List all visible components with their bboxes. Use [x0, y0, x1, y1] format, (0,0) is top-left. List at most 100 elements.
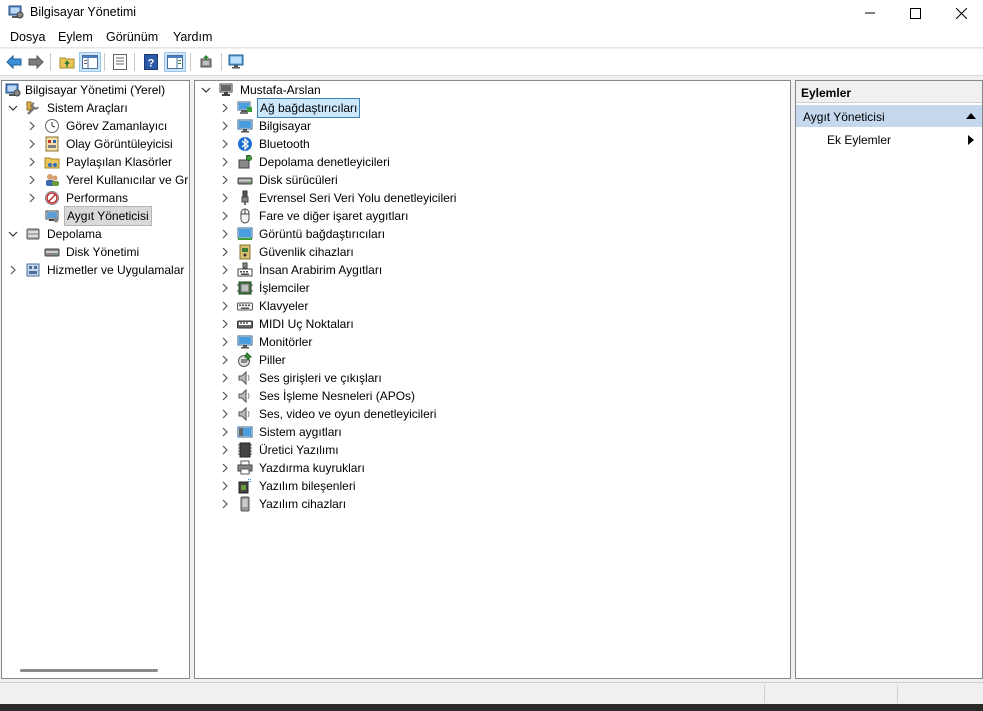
device-category-row[interactable]: Bluetooth — [219, 135, 312, 153]
device-category-row[interactable]: Ağ bağdaştırıcıları — [219, 98, 361, 118]
horizontal-scrollbar[interactable] — [20, 669, 158, 672]
actions-section-device-manager[interactable]: Aygıt Yöneticisi — [796, 105, 982, 127]
chevron-right-icon[interactable] — [26, 153, 38, 171]
device-category-row[interactable]: İşlemciler — [219, 279, 312, 297]
chevron-right-icon[interactable] — [219, 477, 231, 495]
menu-file[interactable]: Dosya — [10, 30, 45, 44]
chevron-right-icon[interactable] — [26, 171, 38, 189]
device-category-row[interactable]: Üretici Yazılımı — [219, 441, 341, 459]
submenu-arrow-icon[interactable] — [968, 135, 974, 145]
chevron-right-icon[interactable] — [219, 243, 231, 261]
device-category-row[interactable]: Sistem aygıtları — [219, 423, 344, 441]
device-category-row[interactable]: Güvenlik cihazları — [219, 243, 356, 261]
chevron-down-icon[interactable] — [7, 225, 19, 243]
menu-action[interactable]: Eylem — [58, 30, 93, 44]
chevron-right-icon[interactable] — [219, 99, 231, 117]
tree-item[interactable]: Görev Zamanlayıcı — [26, 117, 169, 135]
menu-view[interactable]: Görünüm — [106, 30, 158, 44]
chevron-right-icon[interactable] — [7, 261, 19, 279]
tree-item[interactable]: Disk Yönetimi — [26, 243, 141, 261]
computer-icon — [218, 82, 234, 98]
chevron-right-icon[interactable] — [219, 117, 231, 135]
tree-item[interactable]: Olay Görüntüleyicisi — [26, 135, 175, 153]
update-drivers-button[interactable] — [195, 52, 217, 72]
chevron-right-icon[interactable] — [219, 351, 231, 369]
device-category-row[interactable]: Görüntü bağdaştırıcıları — [219, 225, 387, 243]
device-category-row[interactable]: Evrensel Seri Veri Yolu denetleyicileri — [219, 189, 458, 207]
services-icon — [25, 262, 41, 278]
disk-drive-icon — [237, 172, 253, 188]
tree-item[interactable]: Performans — [26, 189, 130, 207]
device-category-row[interactable]: Disk sürücüleri — [219, 171, 340, 189]
toolbar-separator — [104, 53, 105, 71]
maximize-button[interactable] — [892, 0, 938, 26]
actions-header: Eylemler — [796, 81, 982, 103]
clock-icon — [44, 118, 60, 134]
device-category-row[interactable]: Monitörler — [219, 333, 314, 351]
chevron-right-icon[interactable] — [219, 459, 231, 477]
properties-button[interactable] — [109, 52, 131, 72]
chevron-right-icon[interactable] — [219, 369, 231, 387]
show-hide-tree-button[interactable] — [79, 52, 101, 72]
forward-button[interactable] — [25, 52, 47, 72]
chevron-right-icon[interactable] — [219, 315, 231, 333]
collapse-triangle-icon[interactable] — [966, 113, 976, 119]
chevron-right-icon[interactable] — [219, 333, 231, 351]
device-category-row[interactable]: MIDI Uç Noktaları — [219, 315, 356, 333]
device-tree-root[interactable]: Mustafa-Arslan — [200, 81, 323, 99]
chevron-right-icon[interactable] — [219, 207, 231, 225]
chevron-right-icon[interactable] — [219, 135, 231, 153]
chevron-right-icon[interactable] — [219, 279, 231, 297]
chevron-right-icon[interactable] — [219, 171, 231, 189]
close-button[interactable] — [938, 0, 983, 26]
tree-root-computer-management[interactable]: Bilgisayar Yönetimi (Yerel) — [5, 81, 167, 99]
chevron-right-icon[interactable] — [219, 189, 231, 207]
device-category-row[interactable]: Bilgisayar — [219, 117, 313, 135]
tree-item[interactable]: Yerel Kullanıcılar ve Gru — [26, 171, 189, 189]
more-actions-item[interactable]: Ek Eylemler — [827, 133, 891, 147]
chevron-right-icon[interactable] — [219, 297, 231, 315]
show-hide-action-pane-button[interactable] — [164, 52, 186, 72]
tree-item[interactable]: Depolama — [7, 225, 104, 243]
chevron-right-icon[interactable] — [219, 261, 231, 279]
minimize-button[interactable] — [847, 0, 893, 26]
device-category-row[interactable]: Fare ve diğer işaret aygıtları — [219, 207, 410, 225]
chevron-right-icon[interactable] — [219, 225, 231, 243]
chevron-right-icon[interactable] — [219, 153, 231, 171]
chevron-right-icon[interactable] — [219, 441, 231, 459]
help-button[interactable]: ? — [140, 52, 162, 72]
tree-item[interactable]: Aygıt Yöneticisi — [26, 206, 152, 226]
device-category-row[interactable]: Yazılım cihazları — [219, 495, 348, 513]
back-button[interactable] — [3, 52, 25, 72]
chevron-down-icon[interactable] — [7, 99, 19, 117]
device-category-row[interactable]: Yazılım bileşenleri — [219, 477, 357, 495]
device-category-row[interactable]: Depolama denetleyicileri — [219, 153, 392, 171]
tree-item[interactable]: Sistem Araçları — [7, 99, 130, 117]
scan-hardware-button[interactable] — [226, 52, 248, 72]
tree-item[interactable]: Hizmetler ve Uygulamalar — [7, 261, 186, 279]
device-category-row[interactable]: Yazdırma kuyrukları — [219, 459, 367, 477]
device-category-row[interactable]: Ses girişleri ve çıkışları — [219, 369, 384, 387]
device-category-row[interactable]: İnsan Arabirim Aygıtları — [219, 261, 384, 279]
toolbar-separator — [221, 53, 222, 71]
chevron-right-icon[interactable] — [219, 387, 231, 405]
device-category-row[interactable]: Ses, video ve oyun denetleyicileri — [219, 405, 438, 423]
speaker-icon — [237, 370, 253, 386]
chevron-right-icon[interactable] — [26, 189, 38, 207]
device-category-row[interactable]: Piller — [219, 351, 288, 369]
chevron-right-icon[interactable] — [219, 423, 231, 441]
device-category-row[interactable]: Ses İşleme Nesneleri (APOs) — [219, 387, 417, 405]
software-component-icon — [237, 478, 253, 494]
chevron-right-icon[interactable] — [26, 117, 38, 135]
device-category-row[interactable]: Klavyeler — [219, 297, 310, 315]
up-folder-button[interactable] — [56, 52, 78, 72]
action-pane-icon — [167, 55, 183, 69]
chevron-down-icon[interactable] — [200, 81, 212, 99]
chevron-right-icon[interactable] — [26, 135, 38, 153]
chevron-right-icon[interactable] — [219, 495, 231, 513]
chevron-right-icon[interactable] — [219, 405, 231, 423]
device-category-label: Monitörler — [259, 335, 313, 349]
device-category-label: Bluetooth — [259, 137, 310, 151]
menu-help[interactable]: Yardım — [173, 30, 212, 44]
tree-item[interactable]: Paylaşılan Klasörler — [26, 153, 174, 171]
